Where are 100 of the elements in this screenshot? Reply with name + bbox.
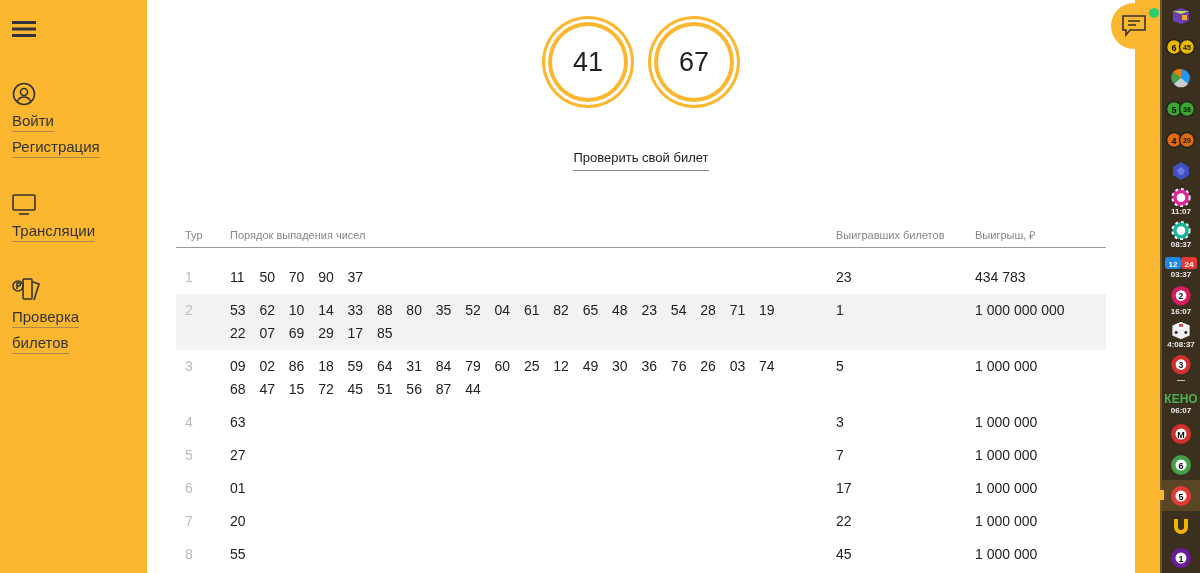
drawn-number: 11 (230, 268, 246, 287)
drawn-number: 56 (406, 380, 423, 399)
drawn-number: 68 (230, 380, 247, 399)
game-item[interactable]: 5 (1162, 480, 1200, 511)
drawn-number: 50 (259, 268, 276, 287)
game-item[interactable]: 11:07 (1162, 186, 1200, 220)
winners-count: 17 (836, 479, 853, 498)
prize-amount: 1 000 000 (975, 446, 1038, 465)
drawn-number: 79 (465, 357, 482, 376)
drawn-number: 07 (259, 324, 276, 343)
lottery-ball-icon: 2 (1170, 285, 1192, 307)
drawn-number: 17 (347, 324, 365, 343)
game-item[interactable]: 4:08:37 (1162, 318, 1200, 352)
winners-count: 22 (836, 512, 853, 531)
drawn-number: 35 (435, 301, 453, 320)
drawn-number: 04 (494, 301, 512, 320)
drawn-number: 33 (347, 301, 365, 320)
drawn-number: 14 (318, 301, 335, 320)
drawn-number: 12 (553, 357, 570, 376)
prize-amount: 1 000 000 (975, 413, 1038, 432)
prize-amount: 1 000 000 (975, 479, 1038, 498)
cube-icon (1170, 6, 1192, 25)
drawn-number: 26 (700, 357, 717, 376)
lottery-ball-icon: М (1170, 422, 1192, 445)
drawn-number: 82 (553, 301, 570, 320)
drawn-number: 18 (318, 357, 335, 376)
drawn-number: 76 (670, 357, 688, 376)
drawn-number: 02 (259, 357, 276, 376)
game-item[interactable]: 08:37 (1162, 219, 1200, 253)
drawn-number: 69 (288, 324, 306, 343)
tour-number: 5 (184, 446, 194, 465)
column-header: Выигрыш, ₽ (975, 227, 1036, 243)
drawn-number: 63 (230, 413, 247, 432)
ball-icon (1171, 67, 1191, 88)
drawn-number: 74 (759, 357, 776, 376)
sidebar-link[interactable]: Регистрация (12, 137, 100, 158)
tour-number: 7 (184, 512, 194, 531)
keno-logo-icon: КЕНО (1164, 389, 1198, 406)
game-item[interactable]: КЕНО 06:07 (1162, 387, 1200, 418)
check-ticket-link[interactable]: Проверить свой билет (573, 148, 709, 171)
drawn-number: 60 (494, 357, 512, 376)
prize-amount: 1 000 000 (975, 545, 1038, 564)
game-item[interactable]: 2 16:07 (1162, 283, 1200, 319)
drawn-number: 31 (406, 357, 423, 376)
game-item[interactable]: 1 (1162, 542, 1200, 573)
dice-icon (1171, 160, 1191, 181)
drawn-number: 86 (288, 357, 306, 376)
game-timer: 06:07 (1170, 405, 1192, 416)
drawn-number: 49 (582, 357, 600, 376)
game-item[interactable]: М (1162, 418, 1200, 449)
drawn-number: 15 (288, 380, 306, 399)
drawn-number: 85 (376, 324, 394, 343)
column-header: Порядок выпадения чисел (230, 227, 367, 243)
drawn-number: 25 (523, 357, 541, 376)
sidebar-link[interactable]: Войти (12, 111, 54, 132)
drawn-number: 19 (759, 301, 776, 320)
game-item[interactable]: 12 24 03:37 (1162, 252, 1200, 284)
drawn-number: 01 (230, 479, 247, 498)
tour-number: 1 (184, 268, 194, 287)
drawn-number: 45 (347, 380, 365, 399)
drawn-number: 47 (259, 380, 276, 399)
lottery-ball-icon: 5 (1170, 484, 1192, 507)
prize-amount: 434 783 (975, 268, 1026, 287)
game-item[interactable]: 6 (1162, 449, 1200, 480)
sidebar-link[interactable]: билетов (12, 333, 69, 354)
horseshoe-icon (1171, 516, 1191, 537)
drawn-number: 59 (347, 357, 365, 376)
tour-number: 4 (184, 413, 194, 432)
drawn-number: 87 (435, 380, 453, 399)
drawn-number: 23 (641, 301, 659, 320)
drawn-number: 29 (318, 324, 335, 343)
dice-icon (1171, 320, 1191, 340)
sidebar-link[interactable]: Трансляции (12, 221, 95, 242)
chat-icon (1121, 14, 1147, 38)
drawn-number: 90 (318, 268, 335, 287)
drawn-number: 62 (259, 301, 276, 320)
drawn-number: 20 (230, 512, 247, 531)
drawn-number: 61 (523, 301, 541, 320)
winners-count: 1 (836, 301, 845, 320)
tour-number: 6 (184, 479, 194, 498)
winners-count: 23 (836, 268, 853, 287)
drawn-number: 28 (700, 301, 717, 320)
game-timer: 4:08:37 (1167, 339, 1195, 350)
prize-amount: 1 000 000 000 (975, 301, 1065, 320)
drawn-number: 51 (376, 380, 394, 399)
tour-number: 8 (184, 545, 194, 564)
drawn-number: 72 (318, 380, 335, 399)
game-timer: 11:07 (1171, 207, 1191, 218)
winners-count: 45 (836, 545, 853, 564)
drawn-number: 80 (406, 301, 423, 320)
sidebar-link[interactable]: Проверка (12, 307, 80, 328)
tour-number: 2 (184, 301, 194, 320)
winners-count: 3 (836, 413, 845, 432)
menu-icon[interactable] (12, 20, 36, 38)
drawn-number: 54 (670, 301, 688, 320)
game-item[interactable]: 3 — (1162, 351, 1200, 387)
drawn-number: 37 (347, 268, 365, 287)
winners-count: 7 (836, 446, 845, 465)
drawn-number: 09 (230, 357, 247, 376)
drawn-number: 36 (641, 357, 659, 376)
